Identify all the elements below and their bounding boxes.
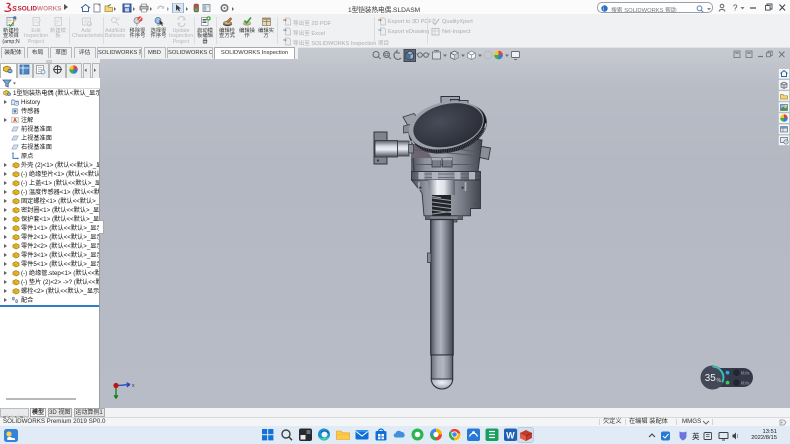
svg-text:%: %	[717, 378, 722, 384]
svg-text:S: S	[12, 4, 17, 13]
svg-text:?: ?	[733, 3, 738, 12]
svg-text:SOLIDWORKS: SOLIDWORKS	[18, 6, 63, 13]
svg-text:英: 英	[692, 431, 700, 441]
svg-text:x: x	[132, 383, 135, 389]
svg-text:kb/s: kb/s	[741, 371, 750, 376]
svg-text:kb/s: kb/s	[741, 381, 750, 386]
svg-text:i: i	[603, 6, 604, 12]
svg-text:W: W	[506, 431, 515, 441]
svg-text:35: 35	[705, 373, 716, 384]
